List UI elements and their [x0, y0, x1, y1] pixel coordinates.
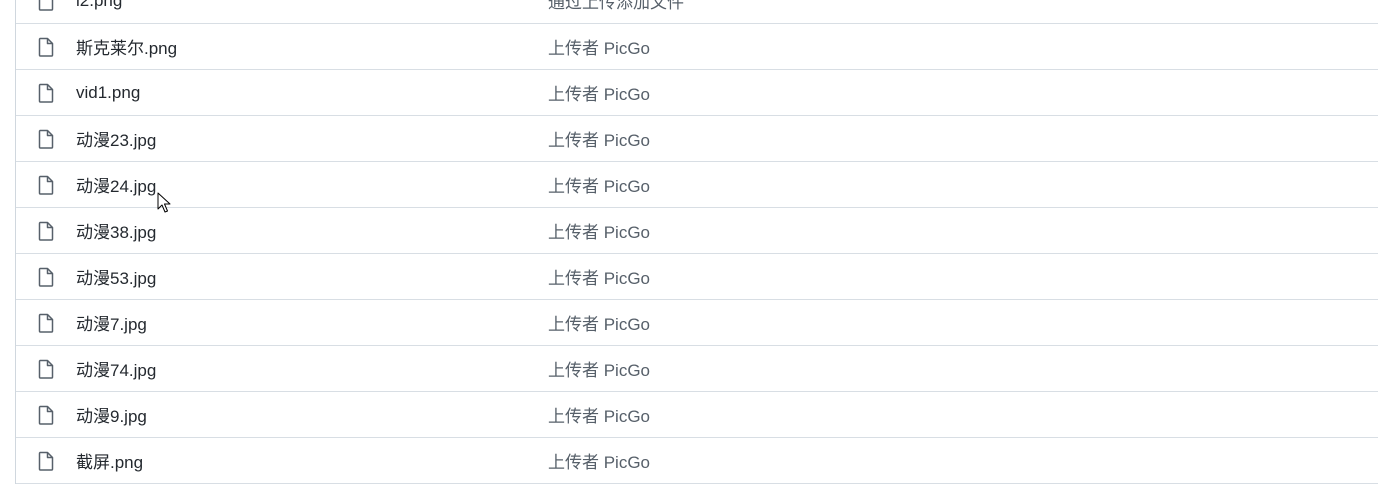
commit-message[interactable]: 上传者 PicGo	[548, 402, 650, 427]
file-name-link[interactable]: 截屏.png	[76, 448, 143, 473]
file-row[interactable]: vid1.png 上传者 PicGo	[16, 70, 1378, 116]
file-name-link[interactable]: 动漫74.jpg	[76, 356, 156, 381]
file-row[interactable]: 动漫7.jpg 上传者 PicGo	[16, 300, 1378, 346]
file-icon	[37, 267, 55, 287]
file-row[interactable]: 动漫74.jpg 上传者 PicGo	[16, 346, 1378, 392]
file-name-link[interactable]: 动漫23.jpg	[76, 126, 156, 151]
file-icon	[37, 129, 55, 149]
commit-message[interactable]: 通过上传添加文件	[548, 0, 684, 13]
file-row[interactable]: 动漫23.jpg 上传者 PicGo	[16, 116, 1378, 162]
commit-message[interactable]: 上传者 PicGo	[548, 448, 650, 473]
file-icon	[37, 313, 55, 333]
file-icon	[37, 83, 55, 103]
file-icon	[37, 405, 55, 425]
file-name-link[interactable]: 动漫53.jpg	[76, 264, 156, 289]
commit-message[interactable]: 上传者 PicGo	[548, 310, 650, 335]
file-icon	[37, 175, 55, 195]
file-name-link[interactable]: 动漫9.jpg	[76, 402, 147, 427]
file-row[interactable]: l2.png 通过上传添加文件	[16, 0, 1378, 24]
file-list: l2.png 通过上传添加文件 斯克莱尔.png 上传者 PicGo vid1.…	[15, 0, 1378, 484]
commit-message[interactable]: 上传者 PicGo	[548, 356, 650, 381]
file-icon	[37, 0, 55, 11]
file-name-link[interactable]: l2.png	[76, 0, 122, 11]
file-browser: l2.png 通过上传添加文件 斯克莱尔.png 上传者 PicGo vid1.…	[0, 0, 1378, 485]
file-icon	[37, 359, 55, 379]
file-name-link[interactable]: 动漫24.jpg	[76, 172, 156, 197]
file-name-link[interactable]: 动漫38.jpg	[76, 218, 156, 243]
file-icon	[37, 451, 55, 471]
file-row[interactable]: 动漫38.jpg 上传者 PicGo	[16, 208, 1378, 254]
file-row[interactable]: 动漫53.jpg 上传者 PicGo	[16, 254, 1378, 300]
file-row[interactable]: 截屏.png 上传者 PicGo	[16, 438, 1378, 484]
commit-message[interactable]: 上传者 PicGo	[548, 80, 650, 105]
file-name-link[interactable]: vid1.png	[76, 83, 140, 103]
file-row[interactable]: 动漫9.jpg 上传者 PicGo	[16, 392, 1378, 438]
file-icon	[37, 221, 55, 241]
commit-message[interactable]: 上传者 PicGo	[548, 172, 650, 197]
file-row[interactable]: 斯克莱尔.png 上传者 PicGo	[16, 24, 1378, 70]
commit-message[interactable]: 上传者 PicGo	[548, 126, 650, 151]
file-row[interactable]: 动漫24.jpg 上传者 PicGo	[16, 162, 1378, 208]
commit-message[interactable]: 上传者 PicGo	[548, 264, 650, 289]
commit-message[interactable]: 上传者 PicGo	[548, 218, 650, 243]
file-name-link[interactable]: 斯克莱尔.png	[76, 34, 177, 59]
commit-message[interactable]: 上传者 PicGo	[548, 34, 650, 59]
file-name-link[interactable]: 动漫7.jpg	[76, 310, 147, 335]
file-icon	[37, 37, 55, 57]
